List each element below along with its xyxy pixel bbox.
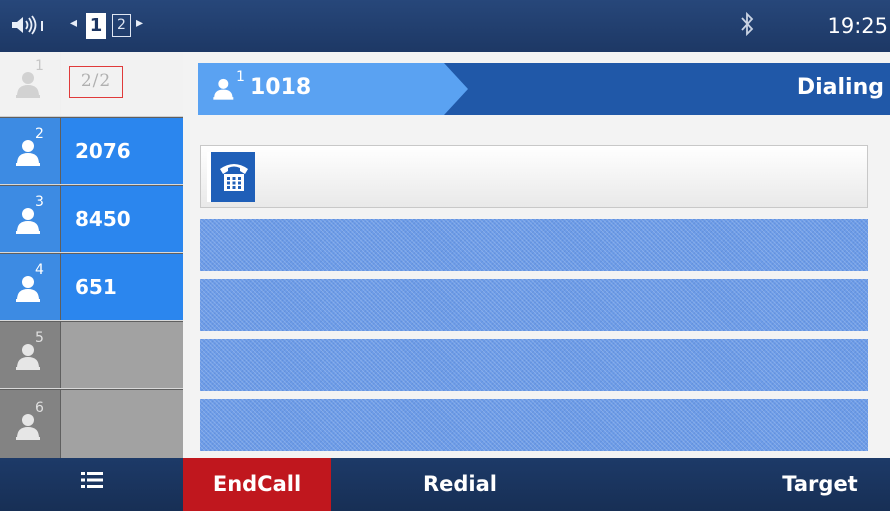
- target-button[interactable]: Target: [760, 458, 880, 511]
- call-slot: [200, 219, 868, 271]
- dial-row[interactable]: [200, 145, 868, 208]
- bluetooth-icon: [739, 10, 755, 44]
- redial-button[interactable]: Redial: [400, 458, 520, 511]
- status-bar: ◂ 1 2 ▸ 19:25: [0, 0, 890, 52]
- page-prev-icon[interactable]: ◂: [70, 15, 77, 31]
- line-list: 1 2/2 2 2076 3 8450 4 651 5 6: [0, 52, 183, 458]
- line-index: 2: [35, 126, 44, 142]
- line-index: 4: [35, 262, 44, 278]
- line-item-2[interactable]: 2 2076: [0, 118, 183, 185]
- line-number: 8450: [75, 207, 131, 231]
- page-current: 1: [86, 13, 106, 39]
- clock: 19:25: [827, 14, 888, 38]
- call-slot: [200, 339, 868, 391]
- line-index: 3: [35, 194, 44, 210]
- call-header: 1 1018 Dialing: [198, 63, 890, 115]
- line-item-6[interactable]: 6: [0, 390, 183, 458]
- menu-button[interactable]: [0, 458, 183, 511]
- page-next-icon[interactable]: ▸: [136, 15, 143, 31]
- line-counter-badge: 2/2: [69, 66, 123, 98]
- menu-icon: [80, 457, 103, 510]
- line-index: 6: [35, 400, 44, 416]
- line-number: 2076: [75, 139, 131, 163]
- call-number: 1018: [250, 75, 312, 100]
- call-line-tab: 1 1018: [198, 63, 468, 115]
- page-next[interactable]: 2: [112, 14, 131, 37]
- dial-input[interactable]: [261, 154, 851, 200]
- line-item-4[interactable]: 4 651: [0, 254, 183, 321]
- phone-icon: [207, 152, 255, 202]
- call-line-index: 1: [236, 69, 245, 85]
- volume-icon: [10, 13, 56, 42]
- line-index: 5: [35, 330, 44, 346]
- end-call-button[interactable]: EndCall: [183, 458, 331, 511]
- call-slot: [200, 399, 868, 451]
- line-item-5[interactable]: 5: [0, 322, 183, 389]
- line-number: 651: [75, 275, 117, 299]
- line-index: 1: [35, 58, 44, 74]
- softkey-bar: EndCall Redial Target: [0, 458, 890, 511]
- call-status: Dialing: [796, 75, 884, 100]
- call-area: 1 1018 Dialing: [183, 52, 890, 458]
- line-item-3[interactable]: 3 8450: [0, 186, 183, 253]
- line-item-1[interactable]: 1 2/2: [0, 52, 183, 117]
- call-slot: [200, 279, 868, 331]
